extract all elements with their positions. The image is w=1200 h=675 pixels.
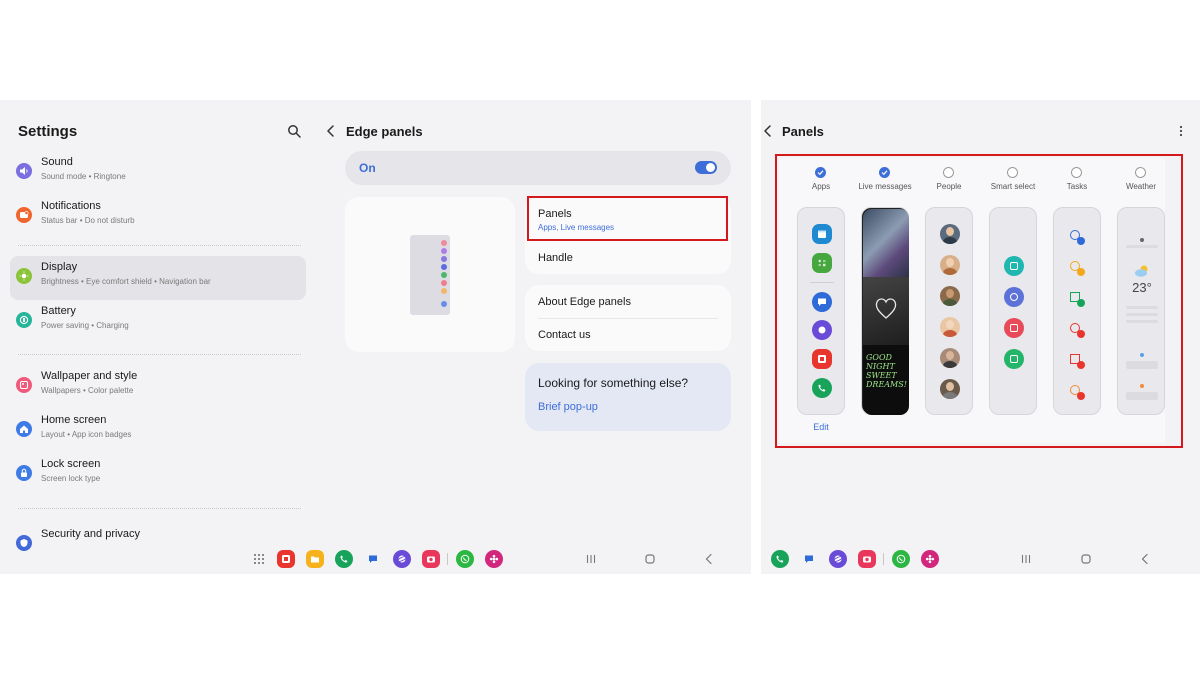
edge-panels-switch[interactable] <box>695 161 717 174</box>
page-title: Panels <box>782 124 824 139</box>
settings-item-display[interactable]: Display Brightness • Eye comfort shield … <box>10 256 306 300</box>
panels-highlight-box <box>527 196 728 241</box>
about-row[interactable]: About Edge panels <box>525 285 731 318</box>
preview-panel-illustration <box>410 235 450 315</box>
toggle-label: On <box>359 161 376 175</box>
settings-item-label: Home screen <box>41 414 107 426</box>
settings-item-subtitle: Screen lock type <box>41 474 101 483</box>
brief-popup-link[interactable]: Brief pop-up <box>538 401 598 413</box>
back-button-icon[interactable] <box>1138 552 1152 566</box>
internet-app-icon[interactable] <box>393 550 411 568</box>
search-icon[interactable] <box>287 124 301 138</box>
settings-item-subtitle: Power saving • Charging <box>41 321 129 330</box>
display-icon <box>16 268 32 284</box>
handle-label: Handle <box>538 252 573 264</box>
settings-item-label: Lock screen <box>41 458 101 470</box>
messages-app-icon[interactable] <box>800 550 818 568</box>
recents-button-icon[interactable] <box>1019 552 1033 566</box>
phone-app-icon[interactable] <box>771 550 789 568</box>
settings-item-label: Display <box>41 261 78 273</box>
battery-icon <box>16 312 32 328</box>
whatsapp-app-icon[interactable] <box>892 550 910 568</box>
edge-panels-toggle-row[interactable]: On <box>345 151 731 185</box>
section-divider <box>18 508 301 509</box>
settings-item-subtitle: Wallpapers • Color palette <box>41 386 134 395</box>
phone-app-icon[interactable] <box>335 550 353 568</box>
home-icon <box>16 421 32 437</box>
preview-dot <box>441 240 447 246</box>
camera-app-icon[interactable] <box>422 550 440 568</box>
bixby-app-icon[interactable] <box>485 550 503 568</box>
settings-item-subtitle: Sound mode • Ringtone <box>41 172 126 181</box>
settings-item-label: Notifications <box>41 200 101 212</box>
messages-app-icon[interactable] <box>364 550 382 568</box>
camera-app-icon[interactable] <box>858 550 876 568</box>
suggestion-title: Looking for something else? <box>538 376 689 390</box>
switch-knob <box>706 163 715 172</box>
home-button-icon[interactable] <box>1079 552 1093 566</box>
settings-item-subtitle: Brightness • Eye comfort shield • Naviga… <box>41 277 211 286</box>
notifications-icon <box>16 207 32 223</box>
section-divider <box>18 354 301 355</box>
panels-highlight-box <box>775 154 1183 448</box>
dock-separator <box>883 553 884 565</box>
settings-item-subtitle: Status bar • Do not disturb <box>41 216 135 225</box>
dock-separator <box>447 553 448 565</box>
preview-dot <box>441 301 447 307</box>
edge-panel-preview <box>345 197 515 352</box>
section-divider <box>18 245 301 246</box>
preview-dot <box>441 264 447 270</box>
settings-item-wallpaper[interactable]: Wallpaper and style Wallpapers • Color p… <box>10 365 306 409</box>
preview-dot <box>441 248 447 254</box>
contact-row[interactable]: Contact us <box>525 318 731 351</box>
handle-row[interactable]: Handle <box>525 241 731 274</box>
settings-item-label: Security and privacy <box>41 528 141 540</box>
right-screen: Panels Apps Live messages People Smart s… <box>761 100 1200 574</box>
contact-label: Contact us <box>538 329 591 341</box>
security-icon <box>16 535 32 551</box>
lock-icon <box>16 465 32 481</box>
settings-item-label: Sound <box>41 156 73 168</box>
settings-item-subtitle: Layout • App icon badges <box>41 430 132 439</box>
settings-item-battery[interactable]: Battery Power saving • Charging <box>10 300 306 344</box>
preview-dot <box>441 272 447 278</box>
files-app-icon[interactable] <box>306 550 324 568</box>
back-arrow-icon[interactable] <box>762 124 774 138</box>
suggestion-card: Looking for something else? Brief pop-up <box>525 363 731 431</box>
app-drawer-icon[interactable] <box>252 552 266 566</box>
about-card: About Edge panels Contact us <box>525 285 731 351</box>
whatsapp-app-icon[interactable] <box>456 550 474 568</box>
settings-title: Settings <box>18 123 78 140</box>
settings-item-home-screen[interactable]: Home screen Layout • App icon badges <box>10 409 306 453</box>
back-button-icon[interactable] <box>702 552 716 566</box>
settings-item-label: Wallpaper and style <box>41 370 138 382</box>
office-app-icon[interactable] <box>277 550 295 568</box>
back-arrow-icon[interactable] <box>325 124 337 138</box>
preview-dot <box>441 280 447 286</box>
wallpaper-icon <box>16 377 32 393</box>
internet-app-icon[interactable] <box>829 550 847 568</box>
page-title: Edge panels <box>346 124 423 139</box>
settings-item-sound[interactable]: Sound Sound mode • Ringtone <box>10 151 306 195</box>
settings-item-notifications[interactable]: Notifications Status bar • Do not distur… <box>10 195 306 239</box>
preview-dot <box>441 256 447 262</box>
settings-item-label: Battery <box>41 305 76 317</box>
sound-icon <box>16 163 32 179</box>
preview-dot <box>441 288 447 294</box>
settings-item-lock-screen[interactable]: Lock screen Screen lock type <box>10 453 306 497</box>
left-screen: Settings Sound Sound mode • Ringtone Not… <box>0 100 751 574</box>
about-label: About Edge panels <box>538 296 631 308</box>
recents-button-icon[interactable] <box>584 552 598 566</box>
bixby-app-icon[interactable] <box>921 550 939 568</box>
more-options-icon[interactable] <box>1177 124 1185 138</box>
home-button-icon[interactable] <box>643 552 657 566</box>
